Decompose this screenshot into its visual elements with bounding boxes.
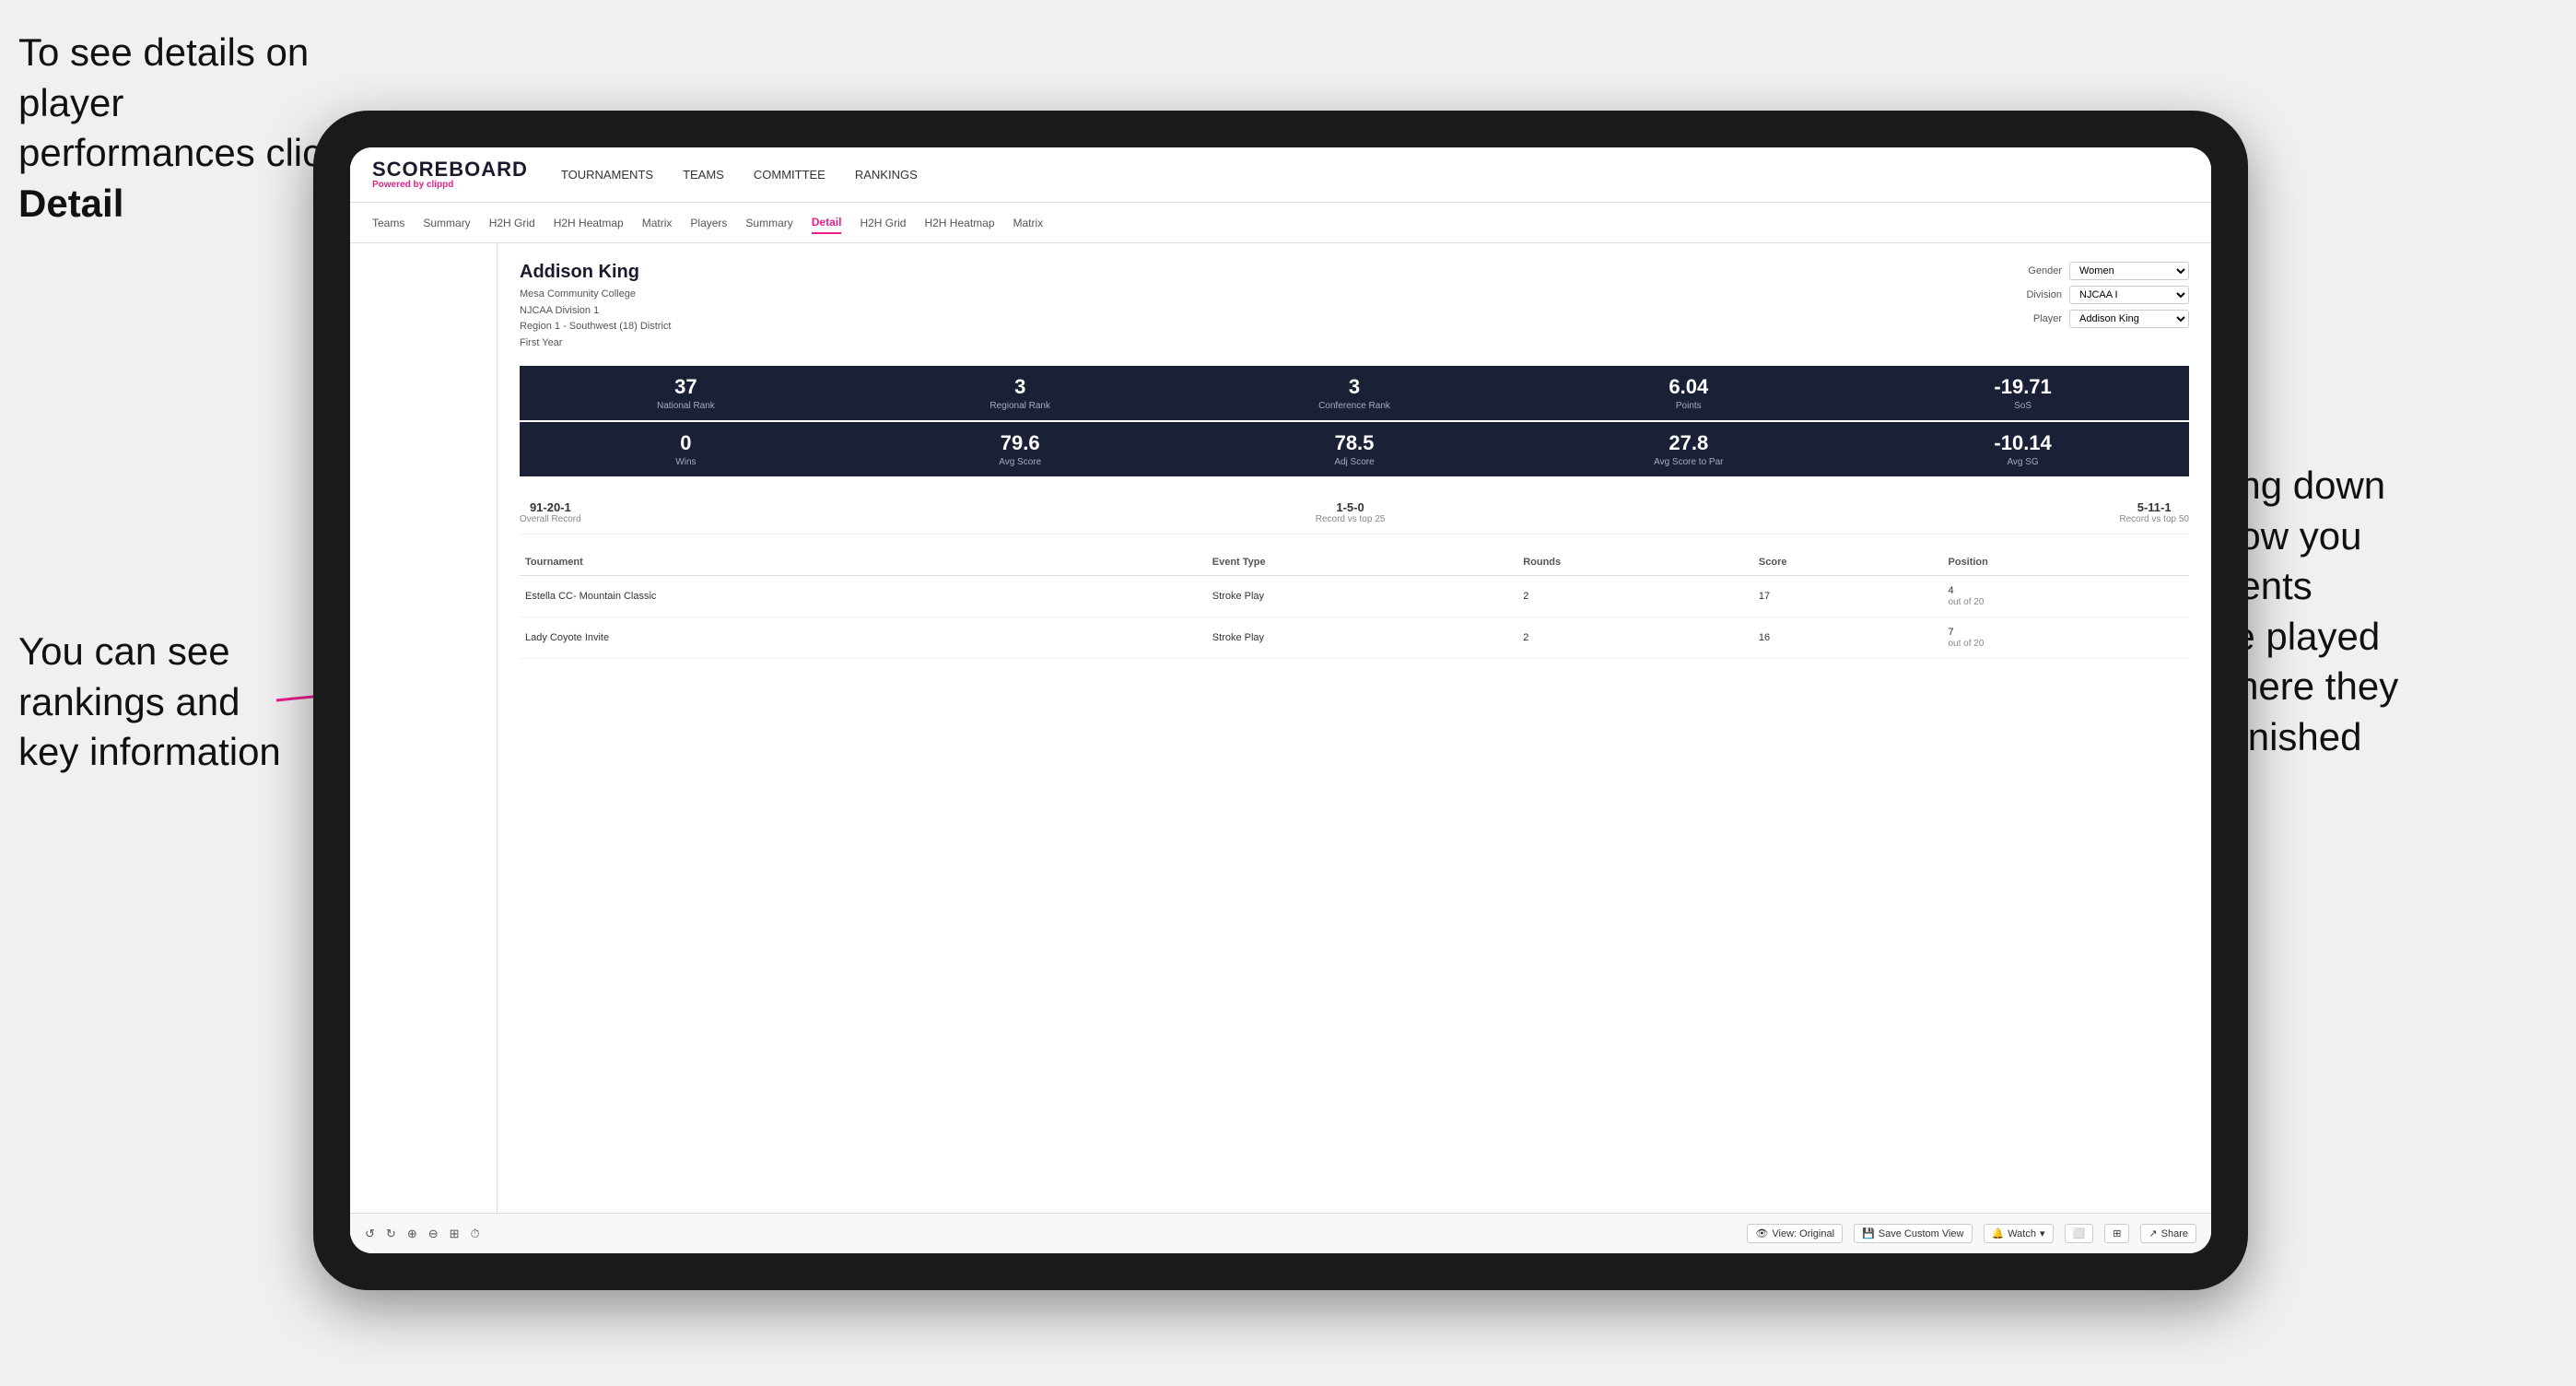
tab-players[interactable]: Players [690,213,727,233]
event-type-1: Stroke Play [1207,576,1517,617]
left-panel [350,243,498,1213]
save-icon: 💾 [1862,1227,1875,1239]
nav-items: TOURNAMENTS TEAMS COMMITTEE RANKINGS [561,164,918,185]
th-rounds: Rounds [1517,549,1753,576]
secondary-nav: Teams Summary H2H Grid H2H Heatmap Matri… [350,203,2211,243]
tournament-name-2: Lady Coyote Invite [520,617,1207,659]
th-position: Position [1942,549,2189,576]
player-year: First Year [520,335,671,352]
th-score: Score [1753,549,1943,576]
table-row: Estella CC- Mountain Classic Stroke Play… [520,576,2189,617]
stat-national-rank: 37 National Rank [520,366,852,420]
th-event-type: Event Type [1207,549,1517,576]
main-content: Addison King Mesa Community College NJCA… [350,243,2211,1213]
grid-icon-btn[interactable]: ⊞ [2104,1224,2129,1243]
stats-grid-row1: 37 National Rank 3 Regional Rank 3 Confe… [520,366,2189,420]
filter-gender: Gender Women Men [2028,262,2189,280]
record-overall: 91-20-1 Overall Record [520,500,581,524]
detail-panel: Addison King Mesa Community College NJCA… [498,243,2211,1213]
player-name: Addison King [520,262,671,283]
zoom-icon[interactable]: ⊕ [407,1227,417,1241]
tab-matrix2[interactable]: Matrix [1013,213,1044,233]
tab-matrix[interactable]: Matrix [642,213,673,233]
stat-sos: -19.71 SoS [1856,366,2189,420]
tab-h2h-heatmap[interactable]: H2H Heatmap [554,213,624,233]
undo-icon[interactable]: ↺ [365,1227,375,1241]
tab-h2h-grid2[interactable]: H2H Grid [860,213,906,233]
position-2: 7 out of 20 [1942,617,2189,659]
rounds-1: 2 [1517,576,1753,617]
th-blank [1112,549,1207,576]
logo-powered: Powered by clippd [372,180,528,190]
stat-points: 6.04 Points [1522,366,1855,420]
score-1: 17 [1753,576,1943,617]
player-header: Addison King Mesa Community College NJCA… [520,262,2189,351]
record-top50: 5-11-1 Record vs top 50 [2119,500,2189,524]
player-info: Addison King Mesa Community College NJCA… [520,262,671,351]
layout-icon[interactable]: ⊞ [450,1227,460,1241]
tab-teams[interactable]: Teams [372,213,404,233]
refresh-icon[interactable]: ⏱ [471,1227,480,1241]
redo-icon[interactable]: ↻ [386,1227,396,1241]
watch-icon: 🔔 [1992,1227,2005,1239]
rounds-2: 2 [1517,617,1753,659]
event-type-2: Stroke Play [1207,617,1517,659]
app-content: SCOREBOARD Powered by clippd TOURNAMENTS… [350,147,2211,1253]
bottom-toolbar: ↺ ↻ ⊕ ⊖ ⊞ ⏱ 👁 View: Original 💾 Save Cust… [350,1213,2211,1253]
screen-icon-btn[interactable]: ⬜ [2065,1224,2094,1243]
division-select[interactable]: NJCAA I NJCAA II [2069,286,2189,304]
stat-regional-rank: 3 Regional Rank [854,366,1187,420]
stat-avg-score: 79.6 Avg Score [854,422,1187,476]
tab-h2h-heatmap2[interactable]: H2H Heatmap [924,213,994,233]
records-row: 91-20-1 Overall Record 1-5-0 Record vs t… [520,491,2189,534]
player-select[interactable]: Addison King [2069,310,2189,328]
tournament-table: Tournament Event Type Rounds Score Posit… [520,549,2189,659]
watch-btn[interactable]: 🔔 Watch ▾ [1984,1224,2054,1243]
stat-wins: 0 Wins [520,422,852,476]
tab-summary[interactable]: Summary [423,213,470,233]
tab-h2h-grid[interactable]: H2H Grid [489,213,535,233]
player-region: Region 1 - Southwest (18) District [520,319,671,335]
nav-rankings[interactable]: RANKINGS [855,164,918,185]
filter-player: Player Addison King [2033,310,2189,328]
logo-area: SCOREBOARD Powered by clippd [372,159,528,190]
zoom-out-icon[interactable]: ⊖ [428,1227,439,1241]
tab-detail[interactable]: Detail [812,212,842,234]
chevron-down-icon: ▾ [2040,1227,2045,1239]
filter-division: Division NJCAA I NJCAA II [2026,286,2189,304]
tournament-name-1: Estella CC- Mountain Classic [520,576,1207,617]
table-row: Lady Coyote Invite Stroke Play 2 16 7 ou… [520,617,2189,659]
nav-committee[interactable]: COMMITTEE [754,164,825,185]
score-2: 16 [1753,617,1943,659]
nav-tournaments[interactable]: TOURNAMENTS [561,164,653,185]
record-top25: 1-5-0 Record vs top 25 [1316,500,1386,524]
player-division: NJCAA Division 1 [520,303,671,320]
stat-avg-score-par: 27.8 Avg Score to Par [1522,422,1855,476]
stat-adj-score: 78.5 Adj Score [1188,422,1521,476]
stat-avg-sg: -10.14 Avg SG [1856,422,2189,476]
position-1: 4 out of 20 [1942,576,2189,617]
stat-conference-rank: 3 Conference Rank [1188,366,1521,420]
player-filters: Gender Women Men Division NJCAA I [2026,262,2189,328]
player-school: Mesa Community College [520,287,671,303]
save-custom-btn[interactable]: 💾 Save Custom View [1854,1224,1972,1243]
tablet-screen: SCOREBOARD Powered by clippd TOURNAMENTS… [350,147,2211,1253]
tab-summary2[interactable]: Summary [745,213,792,233]
tablet-frame: SCOREBOARD Powered by clippd TOURNAMENTS… [313,111,2248,1290]
stats-grid-row2: 0 Wins 79.6 Avg Score 78.5 Adj Score 2 [520,422,2189,476]
th-tournament: Tournament [520,549,1112,576]
logo-scoreboard: SCOREBOARD [372,159,528,180]
eye-icon: 👁 [1755,1227,1768,1239]
gender-select[interactable]: Women Men [2069,262,2189,280]
share-btn[interactable]: ↗ Share [2140,1224,2196,1243]
view-original-btn[interactable]: 👁 View: Original [1747,1224,1843,1243]
nav-teams[interactable]: TEAMS [683,164,724,185]
share-icon: ↗ [2149,1227,2157,1239]
top-nav: SCOREBOARD Powered by clippd TOURNAMENTS… [350,147,2211,203]
